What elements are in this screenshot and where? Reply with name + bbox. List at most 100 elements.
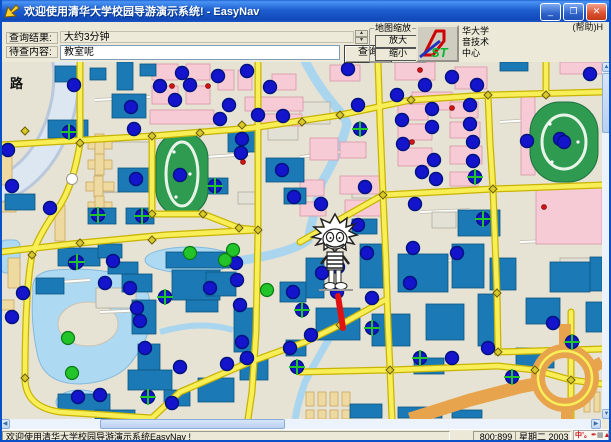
map-node-blue[interactable] [125, 101, 138, 114]
map-node-blue[interactable] [174, 169, 187, 182]
ime-eject-icon[interactable]: ▲ [603, 432, 610, 440]
zoom-in-button[interactable]: 放大 [375, 35, 421, 48]
vertical-scroll-thumb[interactable] [602, 73, 611, 133]
map-node-blue[interactable] [72, 391, 85, 404]
map-node-blue[interactable] [134, 315, 147, 328]
map-node-blue[interactable] [409, 198, 422, 211]
map-node-green[interactable] [219, 254, 232, 267]
map-node-blue[interactable] [241, 352, 254, 365]
map-node-blue[interactable] [2, 144, 15, 157]
map-node-blue[interactable] [342, 63, 355, 76]
ime-chinese-icon[interactable]: 中 [575, 432, 582, 440]
ime-toolbar[interactable]: 中 ’。 ✒ ▦ ▲ [573, 430, 609, 442]
map-node-blue[interactable] [169, 94, 182, 107]
map-node-blue[interactable] [94, 389, 107, 402]
map-node-blue[interactable] [236, 133, 249, 146]
map-node-blue[interactable] [521, 135, 534, 148]
maximize-button[interactable]: ❐ [563, 3, 584, 21]
map-node-blue[interactable] [426, 121, 439, 134]
map-node-blue[interactable] [407, 242, 420, 255]
map-node-blue[interactable] [241, 65, 254, 78]
map-node-blue[interactable] [252, 109, 265, 122]
campus-map-canvas[interactable]: 路 [0, 62, 602, 419]
map-node-green[interactable] [261, 284, 274, 297]
map-node-blue[interactable] [428, 154, 441, 167]
map-node-blue[interactable] [231, 274, 244, 287]
map-node-blue[interactable] [430, 173, 443, 186]
ime-punct-icon[interactable]: ’。 [582, 432, 591, 440]
map-node-blue[interactable] [234, 299, 247, 312]
scroll-up-icon[interactable]: ▲ [602, 62, 611, 72]
map-node-blue[interactable] [352, 99, 365, 112]
map-node-blue[interactable] [397, 138, 410, 151]
map-node-blue[interactable] [467, 136, 480, 149]
map-node-blue[interactable] [482, 342, 495, 355]
map-node-blue[interactable] [6, 311, 19, 324]
map-node-blue[interactable] [264, 81, 277, 94]
minimize-button[interactable]: _ [540, 3, 561, 21]
map-node-blue[interactable] [584, 68, 597, 81]
scroll-down-icon[interactable]: ▼ [602, 409, 611, 419]
map-node-blue[interactable] [214, 113, 227, 126]
map-node-blue[interactable] [276, 164, 289, 177]
map-node-blue[interactable] [44, 202, 57, 215]
map-node-blue[interactable] [446, 71, 459, 84]
map-node-blue[interactable] [174, 361, 187, 374]
map-node-blue[interactable] [396, 114, 409, 127]
map-node-blue[interactable] [6, 180, 19, 193]
menu-help[interactable]: (帮助)H [573, 22, 604, 32]
map-node-blue[interactable] [284, 342, 297, 355]
map-node-blue[interactable] [305, 329, 318, 342]
map-node-green[interactable] [184, 247, 197, 260]
zoom-out-button[interactable]: 缩小 [375, 48, 421, 61]
map-node-blue[interactable] [184, 79, 197, 92]
map-node-blue[interactable] [404, 277, 417, 290]
map-node-blue[interactable] [221, 358, 234, 371]
map-node-blue[interactable] [107, 255, 120, 268]
map-node-blue[interactable] [277, 110, 290, 123]
map-node-blue[interactable] [416, 166, 429, 179]
map-node-blue[interactable] [288, 191, 301, 204]
map-node-blue[interactable] [359, 181, 372, 194]
map-node-blue[interactable] [467, 155, 480, 168]
map-node-blue[interactable] [223, 99, 236, 112]
map-node-green[interactable] [66, 367, 79, 380]
horizontal-scrollbar[interactable]: ◀ ▶ [0, 419, 602, 429]
scroll-right-icon[interactable]: ▶ [591, 419, 601, 429]
map-node-blue[interactable] [451, 247, 464, 260]
map-node-blue[interactable] [204, 282, 217, 295]
map-node-blue[interactable] [176, 67, 189, 80]
map-node-blue[interactable] [315, 198, 328, 211]
map-node-blue[interactable] [166, 397, 179, 410]
map-node-blue[interactable] [547, 317, 560, 330]
map-node-blue[interactable] [68, 79, 81, 92]
map-node-blue[interactable] [154, 80, 167, 93]
map-node-blue[interactable] [130, 173, 143, 186]
map-node-blue[interactable] [128, 123, 141, 136]
map-node-blue[interactable] [287, 286, 300, 299]
map-node-blue[interactable] [139, 342, 152, 355]
map-node-blue[interactable] [212, 70, 225, 83]
map-node-blue[interactable] [131, 302, 144, 315]
map-node-blue[interactable] [236, 336, 249, 349]
map-node-green[interactable] [62, 332, 75, 345]
map-node-blue[interactable] [99, 277, 112, 290]
map-node-blue[interactable] [361, 247, 374, 260]
scroll-left-icon[interactable]: ◀ [0, 419, 10, 429]
map-node-blue[interactable] [366, 292, 379, 305]
map-node-blue[interactable] [464, 118, 477, 131]
close-button[interactable]: ✕ [586, 3, 607, 21]
spinner-down-icon[interactable]: ▼ [355, 37, 368, 44]
title-bar[interactable]: 欢迎使用清华大学校园导游演示系统! - EasyNav _ ❐ ✕ [0, 0, 611, 22]
horizontal-scroll-thumb[interactable] [100, 419, 285, 429]
map-node-blue[interactable] [471, 79, 484, 92]
map-node-blue[interactable] [419, 79, 432, 92]
map-node-blue[interactable] [391, 89, 404, 102]
map-node-blue[interactable] [17, 287, 30, 300]
map-node-blue[interactable] [558, 136, 571, 149]
map-node-blue[interactable] [426, 103, 439, 116]
vertical-scrollbar[interactable]: ▲ ▼ [602, 62, 611, 419]
map-node-blue[interactable] [464, 99, 477, 112]
map-node-blue[interactable] [235, 147, 248, 160]
query-input[interactable]: 教室呢 [60, 45, 340, 60]
